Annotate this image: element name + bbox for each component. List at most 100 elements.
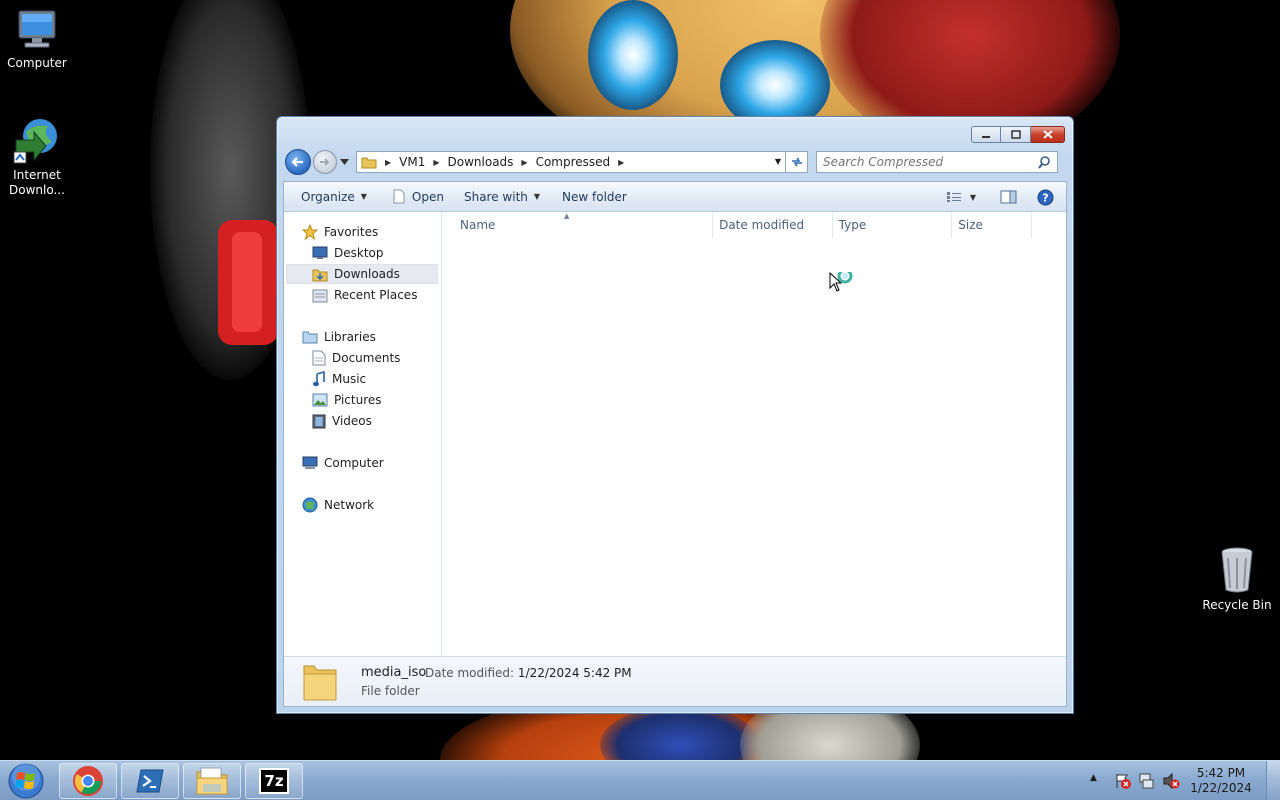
minimize-button[interactable]	[971, 126, 1001, 143]
close-button[interactable]	[1031, 126, 1065, 143]
nav-item-favorites[interactable]: Favorites	[302, 222, 378, 242]
file-list[interactable]: ▲ Name Date modified Type Size	[442, 212, 1066, 656]
column-label: Name	[460, 218, 496, 232]
forward-button[interactable]	[313, 150, 337, 174]
address-bar[interactable]: ▶ VM1 ▶ Downloads ▶ Compressed ▶ ▼	[356, 151, 786, 173]
network-status-icon[interactable]	[1138, 772, 1156, 790]
organize-button[interactable]: Organize ▼	[292, 182, 376, 212]
navigation-bar: ▶ VM1 ▶ Downloads ▶ Compressed ▶ ▼	[285, 149, 1067, 175]
view-list-icon	[946, 192, 961, 202]
start-button[interactable]	[6, 763, 46, 799]
column-date-modified[interactable]: Date modified	[713, 212, 833, 238]
column-name[interactable]: ▲ Name	[442, 212, 714, 238]
videos-icon	[312, 414, 326, 428]
breadcrumb-compressed[interactable]: Compressed	[536, 155, 611, 169]
7zip-label: 7z	[264, 772, 284, 790]
explorer-window: ▶ VM1 ▶ Downloads ▶ Compressed ▶ ▼ Organ…	[276, 116, 1074, 714]
desktop-icon-computer[interactable]: Computer	[0, 8, 74, 71]
show-desktop-button[interactable]	[1266, 761, 1280, 800]
share-with-label: Share with	[463, 189, 528, 204]
breadcrumb-downloads[interactable]: Downloads	[448, 155, 514, 169]
selected-item-type: File folder	[361, 684, 420, 698]
recycle-bin-icon	[1221, 547, 1253, 593]
refresh-icon	[791, 157, 802, 167]
preview-pane-button[interactable]	[1000, 190, 1017, 204]
column-label: Size	[958, 218, 983, 232]
breadcrumb-separator[interactable]: ▶	[618, 158, 624, 167]
desktop-icon-label: Computer	[7, 56, 67, 70]
volume-muted-icon[interactable]	[1162, 772, 1180, 790]
taskbar-explorer[interactable]	[183, 763, 241, 799]
arrow-left-icon	[291, 157, 303, 167]
busy-cursor-icon	[829, 272, 853, 292]
recent-pages-button[interactable]	[338, 159, 350, 165]
sort-ascending-icon: ▲	[564, 212, 570, 220]
search-box[interactable]	[816, 151, 1058, 173]
computer-icon	[18, 10, 56, 48]
nav-item-music[interactable]: Music	[312, 369, 366, 389]
system-tray: ▲ 5:42 PM 1/22/2024	[1090, 761, 1280, 800]
internet-download-manager-icon	[13, 119, 57, 164]
chevron-down-icon	[339, 159, 349, 165]
refresh-button[interactable]	[786, 151, 808, 173]
minimize-icon	[982, 135, 990, 138]
desktop-icon	[312, 246, 328, 259]
search-input[interactable]	[823, 155, 1038, 169]
details-pane: media_iso Date modified: 1/22/2024 5:42 …	[284, 656, 1066, 706]
folder-icon	[303, 665, 337, 701]
nav-item-network[interactable]: Network	[302, 495, 374, 515]
breadcrumb-vm1[interactable]: VM1	[399, 155, 425, 169]
selected-item-name: media_iso	[361, 665, 427, 680]
open-button[interactable]: Open	[384, 182, 453, 212]
svg-text:?: ?	[1042, 191, 1048, 204]
nav-item-computer[interactable]: Computer	[302, 453, 384, 473]
window-controls	[971, 126, 1065, 143]
open-label: Open	[411, 189, 444, 204]
show-hidden-icons-button[interactable]: ▲	[1090, 773, 1097, 783]
column-size[interactable]: Size	[952, 212, 1032, 238]
nav-item-recent-places[interactable]: Recent Places	[312, 285, 417, 305]
nav-item-label: Recent Places	[334, 288, 418, 302]
change-view-button[interactable]	[946, 191, 962, 203]
chrome-icon	[73, 766, 103, 796]
desktop-icon-recycle-bin[interactable]: Recycle Bin	[1200, 546, 1274, 613]
desktop-icon-label: Recycle Bin	[1202, 598, 1272, 612]
nav-item-downloads[interactable]: Downloads	[286, 264, 438, 284]
address-dropdown-icon[interactable]: ▼	[775, 157, 781, 166]
nav-item-videos[interactable]: Videos	[312, 411, 372, 431]
taskbar-chrome[interactable]	[59, 763, 117, 799]
arrow-right-icon	[320, 158, 330, 166]
taskbar-powershell[interactable]	[121, 763, 179, 799]
vertical-scrollbar[interactable]	[1032, 212, 1066, 656]
new-folder-button[interactable]: New folder	[553, 182, 636, 212]
share-with-button[interactable]: Share with ▼	[455, 182, 549, 212]
command-toolbar: Organize ▼ Open Share with ▼ New folder …	[284, 182, 1066, 212]
close-icon	[1042, 130, 1053, 139]
star-icon	[302, 224, 318, 240]
breadcrumb-separator[interactable]: ▶	[433, 158, 439, 167]
document-icon	[393, 189, 405, 204]
powershell-icon	[136, 769, 164, 793]
view-options-button[interactable]: ▼	[970, 193, 976, 202]
toolbar-right: ▼ ?	[946, 182, 1054, 212]
breadcrumb-separator[interactable]: ▶	[385, 158, 391, 167]
nav-item-desktop[interactable]: Desktop	[312, 243, 384, 263]
column-label: Date modified	[719, 218, 805, 232]
desktop-icon-internet-download-manager[interactable]: Internet Downlo...	[0, 116, 74, 198]
breadcrumb-separator[interactable]: ▶	[521, 158, 527, 167]
preview-pane-icon	[1000, 190, 1017, 204]
computer-icon	[302, 456, 318, 469]
action-center-icon[interactable]	[1114, 772, 1132, 790]
back-button[interactable]	[285, 149, 311, 175]
downloads-folder-icon	[312, 269, 328, 281]
column-type[interactable]: Type	[833, 212, 953, 238]
nav-item-libraries[interactable]: Libraries	[302, 327, 376, 347]
nav-item-documents[interactable]: Documents	[312, 348, 400, 368]
system-clock[interactable]: 5:42 PM 1/22/2024	[1186, 766, 1256, 796]
nav-item-label: Videos	[332, 414, 372, 428]
explorer-icon	[196, 767, 228, 795]
nav-item-pictures[interactable]: Pictures	[312, 390, 382, 410]
maximize-button[interactable]	[1001, 126, 1031, 143]
help-button[interactable]: ?	[1037, 189, 1054, 206]
taskbar-7zip[interactable]: 7z	[245, 763, 303, 799]
